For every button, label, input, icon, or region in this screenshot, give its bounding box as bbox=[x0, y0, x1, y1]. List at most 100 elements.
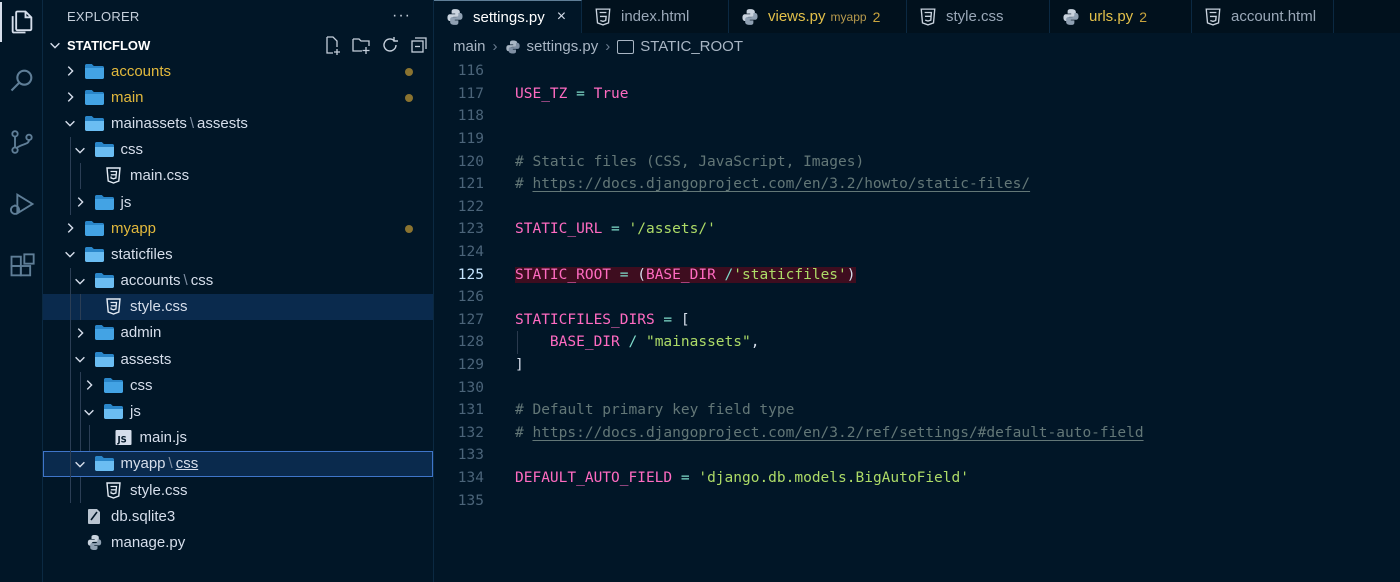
refresh-icon[interactable] bbox=[380, 35, 400, 55]
run-debug-icon[interactable] bbox=[0, 182, 43, 226]
tree-item-label: css bbox=[121, 141, 144, 158]
code-line: 135 bbox=[434, 489, 1400, 512]
code-token: = bbox=[654, 311, 681, 328]
editor-tab[interactable]: account.html bbox=[1192, 0, 1334, 33]
chevron-down-icon bbox=[72, 456, 88, 472]
code-token: = bbox=[602, 221, 629, 238]
line-number: 128 bbox=[457, 334, 484, 351]
indent-guide bbox=[70, 136, 71, 216]
source-control-icon[interactable] bbox=[0, 120, 43, 164]
close-icon[interactable]: × bbox=[557, 8, 566, 26]
workspace-actions bbox=[322, 35, 429, 55]
tree-file[interactable]: JS main.js bbox=[43, 425, 433, 451]
new-folder-icon[interactable] bbox=[351, 35, 371, 55]
code-token: ( bbox=[637, 266, 646, 283]
tree-item-name: main.js bbox=[139, 429, 188, 447]
tab-label: views.py bbox=[768, 8, 826, 25]
editor-tab[interactable]: style.css bbox=[907, 0, 1050, 33]
folder-icon bbox=[103, 376, 125, 394]
code-token: # Static files (CSS, JavaScript, Images) bbox=[515, 153, 865, 170]
tree-item-name: css bbox=[130, 376, 153, 394]
editor-tab[interactable]: views.py myapp 2 bbox=[729, 0, 907, 33]
code-token: / bbox=[715, 266, 734, 283]
tab-label: style.css bbox=[946, 8, 1004, 25]
editor-tab[interactable]: settings.py × bbox=[434, 0, 582, 33]
code-line: 130 bbox=[434, 376, 1400, 399]
workspace-header[interactable]: STATICFLOW bbox=[43, 32, 433, 58]
editor-tab[interactable]: urls.py 2 bbox=[1050, 0, 1192, 33]
tree-item-label: style.css bbox=[130, 298, 188, 315]
indent-guide bbox=[89, 424, 90, 451]
tree-folder[interactable]: main bbox=[43, 84, 433, 110]
line-number: 132 bbox=[457, 424, 484, 441]
tree-folder[interactable]: accounts \ css bbox=[43, 268, 433, 294]
breadcrumb-folder[interactable]: main bbox=[453, 38, 486, 55]
breadcrumb-symbol[interactable]: STATIC_ROOT bbox=[640, 38, 743, 55]
code-line: 125 STATIC_ROOT = (BASE_DIR /'staticfiles… bbox=[434, 263, 1400, 286]
tree-item-label: manage.py bbox=[111, 534, 185, 551]
tree-folder[interactable]: myapp bbox=[43, 215, 433, 241]
code-token: 'django.db.models.BigAutoField' bbox=[698, 470, 969, 487]
search-icon[interactable] bbox=[0, 58, 43, 102]
folder-open-icon bbox=[84, 245, 106, 263]
code-token: = bbox=[672, 470, 699, 487]
tree-item-label: js bbox=[130, 403, 141, 420]
code-token: / bbox=[619, 334, 646, 351]
folder-icon bbox=[94, 193, 116, 211]
new-file-icon[interactable] bbox=[322, 35, 342, 55]
tree-folder[interactable]: staticfiles bbox=[43, 241, 433, 267]
code-editor[interactable]: 116 117 USE_TZ = True 118 119 120 # Static fil… bbox=[434, 60, 1400, 582]
tree-item-label: staticfiles bbox=[111, 246, 173, 263]
tree-folder[interactable]: js bbox=[43, 398, 433, 424]
folder-open-icon bbox=[94, 272, 116, 290]
tree-item-name: accounts bbox=[120, 272, 181, 290]
explorer-icon[interactable] bbox=[0, 0, 43, 44]
tree-folder[interactable]: accounts bbox=[43, 58, 433, 84]
folder-open-icon bbox=[94, 141, 116, 159]
database-file-icon bbox=[84, 507, 106, 525]
indent-guide bbox=[79, 372, 81, 451]
code-text: BASE_DIR / "mainassets", bbox=[515, 334, 760, 351]
tree-item-name: myapp bbox=[111, 219, 157, 237]
tree-item-name: main bbox=[111, 88, 144, 106]
line-number: 117 bbox=[457, 85, 484, 102]
line-number: 120 bbox=[457, 153, 484, 170]
tree-item-name: admin bbox=[120, 324, 162, 342]
more-actions-icon[interactable]: ··· bbox=[392, 7, 411, 25]
tree-folder[interactable]: mainassets \ assests bbox=[43, 110, 433, 136]
tab-problem-count: 2 bbox=[1139, 8, 1147, 25]
tree-folder[interactable]: css bbox=[43, 372, 433, 398]
code-line: 116 bbox=[434, 60, 1400, 83]
breadcrumb-file[interactable]: settings.py bbox=[527, 38, 599, 55]
tree-folder[interactable]: assests bbox=[43, 346, 433, 372]
tree-file[interactable]: manage.py bbox=[43, 529, 433, 555]
code-token: = bbox=[567, 85, 594, 102]
line-number: 118 bbox=[457, 108, 484, 125]
line-number: 125 bbox=[457, 266, 484, 283]
tree-item-label: main.js bbox=[140, 429, 188, 446]
tree-file[interactable]: db.sqlite3 bbox=[43, 503, 433, 529]
file-tree: accounts main mainassets \ assests css main.cs… bbox=[43, 58, 433, 556]
extensions-icon[interactable] bbox=[0, 244, 43, 288]
tree-item-name: main.css bbox=[130, 167, 190, 185]
tree-folder[interactable]: myapp \ css bbox=[43, 450, 433, 477]
tab-problem-count: 2 bbox=[872, 8, 881, 25]
code-token: = bbox=[611, 266, 638, 283]
tree-item-name: db.sqlite3 bbox=[111, 507, 176, 525]
js-file-icon: JS bbox=[113, 429, 135, 447]
python-icon bbox=[446, 8, 464, 26]
tree-item-name: myapp bbox=[120, 455, 166, 473]
tree-folder[interactable]: css bbox=[43, 137, 433, 163]
tree-item-label: admin bbox=[121, 324, 162, 341]
editor-tab[interactable]: index.html bbox=[582, 0, 729, 33]
code-token: [ bbox=[680, 311, 690, 328]
code-token: DEFAULT_AUTO_FIELD bbox=[515, 470, 673, 487]
tree-file[interactable]: main.css bbox=[43, 163, 433, 189]
tree-file[interactable]: style.css bbox=[43, 293, 433, 320]
tree-folder[interactable]: admin bbox=[43, 320, 433, 346]
tree-file[interactable]: style.css bbox=[43, 477, 433, 503]
collapse-all-icon[interactable] bbox=[409, 35, 429, 55]
tree-folder[interactable]: js bbox=[43, 189, 433, 215]
